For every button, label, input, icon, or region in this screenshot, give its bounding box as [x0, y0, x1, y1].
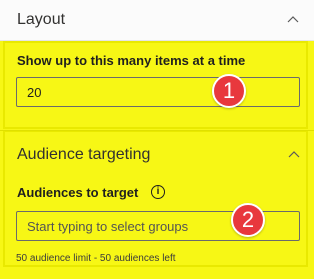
layout-section-header[interactable]: Layout: [0, 0, 314, 41]
items-count-input[interactable]: [16, 77, 300, 107]
callout-badge-1: 1: [212, 74, 246, 108]
audience-limit-text: 50 audience limit - 50 audiences left: [16, 253, 176, 264]
items-count-label: Show up to this many items at a time: [17, 53, 246, 68]
callout-badge-2: 2: [231, 203, 265, 237]
property-pane: Layout Show up to this many items at a t…: [0, 0, 314, 279]
chevron-up-icon[interactable]: [287, 15, 299, 25]
audience-section-title: Audience targeting: [17, 146, 151, 163]
info-icon[interactable]: i: [151, 185, 165, 199]
layout-section-title: Layout: [17, 11, 66, 28]
section-divider: [0, 130, 314, 131]
audiences-label: Audiences to target: [17, 185, 139, 200]
chevron-up-icon[interactable]: [288, 150, 300, 160]
